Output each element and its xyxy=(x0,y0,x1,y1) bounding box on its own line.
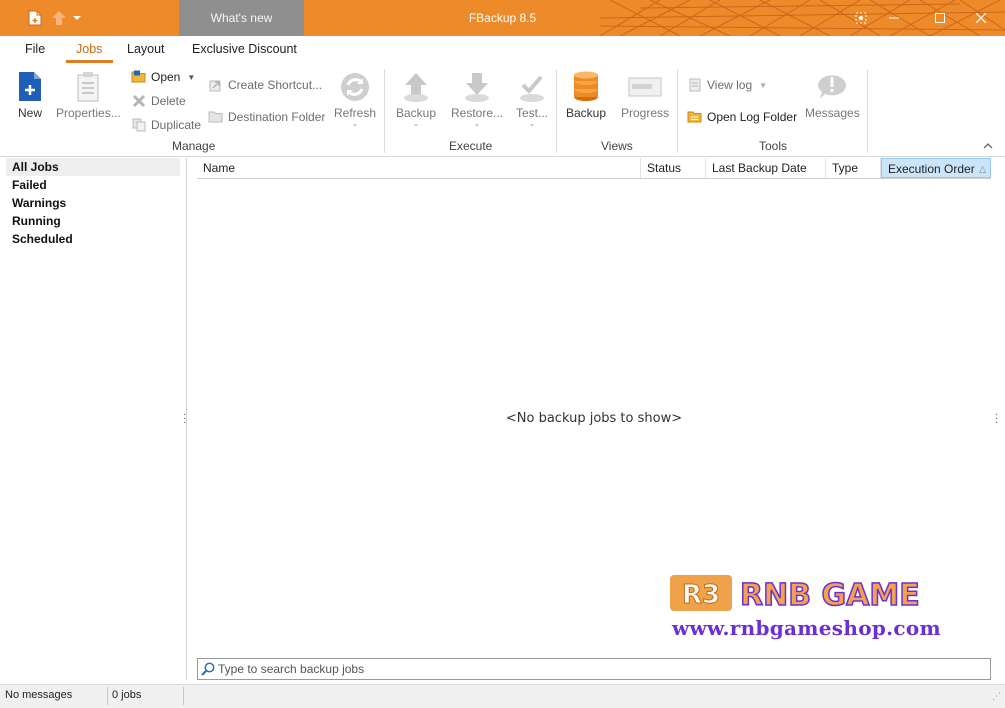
open-button[interactable]: Open ▼ xyxy=(130,68,195,86)
ribbon-separator xyxy=(556,69,557,153)
watermark-logo-text: RNB GAME xyxy=(740,578,920,613)
messages-button[interactable]: Messages xyxy=(805,69,860,120)
column-header-last-backup-date[interactable]: Last Backup Date xyxy=(706,158,826,178)
sidebar-item-all-jobs[interactable]: All Jobs xyxy=(6,158,180,176)
test-dropdown-icon[interactable]: ⌄ xyxy=(529,119,536,128)
status-separator xyxy=(107,687,108,705)
folder-open-icon xyxy=(130,68,148,86)
new-button[interactable]: New xyxy=(12,69,48,120)
execute-backup-button[interactable]: Backup ⌄ xyxy=(396,69,436,128)
sidebar-item-warnings[interactable]: Warnings xyxy=(6,194,180,212)
whats-new-button[interactable]: What's new xyxy=(179,0,304,36)
view-log-icon xyxy=(686,76,704,94)
test-icon xyxy=(514,69,550,105)
column-header-execution-order[interactable]: Execution Order △ xyxy=(881,158,991,178)
column-header-execution-order-label: Execution Order xyxy=(888,162,975,176)
watermark-logo: R3 RNB GAME xyxy=(670,575,920,614)
open-dropdown-icon[interactable]: ▼ xyxy=(187,73,195,82)
download-arrow-icon xyxy=(459,69,495,105)
test-button[interactable]: Test... ⌄ xyxy=(514,69,550,128)
properties-button[interactable]: Properties... xyxy=(56,69,121,120)
progress-button[interactable]: Progress xyxy=(621,69,669,120)
delete-button[interactable]: Delete xyxy=(130,92,186,110)
sidebar-item-failed[interactable]: Failed xyxy=(6,176,180,194)
backup-dropdown-icon[interactable]: ⌄ xyxy=(413,119,420,128)
quick-access-dropdown-icon[interactable] xyxy=(67,8,87,28)
search-icon xyxy=(198,662,218,676)
duplicate-icon xyxy=(130,116,148,134)
svg-text:R3: R3 xyxy=(682,580,720,610)
destination-folder-icon xyxy=(207,108,225,126)
tools-group-label: Tools xyxy=(759,139,788,153)
new-document-icon xyxy=(12,69,48,105)
ribbon-separator xyxy=(677,69,678,153)
sort-ascending-icon: △ xyxy=(979,164,986,174)
upload-arrow-icon xyxy=(398,69,434,105)
database-icon xyxy=(568,69,604,105)
status-bar: No messages 0 jobs ⋰ xyxy=(0,684,1005,708)
grid-header: Name Status Last Backup Date Type Execut… xyxy=(197,158,991,179)
column-header-name[interactable]: Name xyxy=(197,158,641,178)
ribbon-separator xyxy=(867,69,868,153)
job-filter-sidebar: All Jobs Failed Warnings Running Schedul… xyxy=(6,158,180,680)
column-header-type[interactable]: Type xyxy=(826,158,881,178)
properties-icon xyxy=(70,69,106,105)
minimize-icon[interactable] xyxy=(871,0,917,36)
messages-icon xyxy=(814,69,850,105)
log-folder-icon xyxy=(686,108,704,126)
status-messages: No messages xyxy=(5,689,73,701)
status-jobs-count: 0 jobs xyxy=(112,689,142,701)
tab-file[interactable]: File xyxy=(25,42,45,62)
search-box xyxy=(197,658,991,680)
new-file-quick-icon[interactable] xyxy=(25,8,45,28)
status-separator xyxy=(183,687,184,705)
column-header-status[interactable]: Status xyxy=(641,158,706,178)
create-shortcut-button[interactable]: Create Shortcut... xyxy=(207,76,322,94)
shortcut-icon xyxy=(207,76,225,94)
splitter-grip-icon[interactable]: · · · xyxy=(183,410,186,428)
sidebar-item-scheduled[interactable]: Scheduled xyxy=(6,230,180,248)
tab-exclusive-discount[interactable]: Exclusive Discount xyxy=(192,42,297,62)
sidebar-item-running[interactable]: Running xyxy=(6,212,180,230)
tab-jobs[interactable]: Jobs xyxy=(76,42,102,62)
ribbon: New Properties... Open ▼ Delete Duplicat… xyxy=(0,63,1005,157)
watermark: R3 RNB GAME www.rnbgameshop.com xyxy=(668,572,953,644)
view-log-button[interactable]: View log ▼ xyxy=(686,76,767,94)
ribbon-tabs: File Jobs Layout Exclusive Discount xyxy=(0,36,1005,63)
duplicate-button[interactable]: Duplicate xyxy=(130,116,201,134)
open-log-folder-button[interactable]: Open Log Folder xyxy=(686,108,797,126)
delete-icon xyxy=(130,92,148,110)
tab-layout[interactable]: Layout xyxy=(127,42,165,62)
refresh-button[interactable]: Refresh ⌄ xyxy=(334,69,376,128)
watermark-url: www.rnbgameshop.com xyxy=(672,616,941,640)
ribbon-separator xyxy=(384,69,385,153)
progress-icon xyxy=(627,69,663,105)
maximize-icon[interactable] xyxy=(917,0,963,36)
title-bar: What's new FBackup 8.5 xyxy=(0,0,1005,36)
right-panel-grip-icon[interactable]: · · · xyxy=(995,410,998,428)
collapse-ribbon-icon[interactable] xyxy=(983,141,993,152)
execute-group-label: Execute xyxy=(449,139,493,153)
refresh-dropdown-icon[interactable]: ⌄ xyxy=(352,119,359,128)
views-group-label: Views xyxy=(601,139,633,153)
empty-grid-message: <No backup jobs to show> xyxy=(505,411,683,426)
destination-folder-button[interactable]: Destination Folder xyxy=(207,108,325,126)
view-log-dropdown-icon[interactable]: ▼ xyxy=(759,81,767,90)
restore-button[interactable]: Restore... ⌄ xyxy=(451,69,503,128)
restore-dropdown-icon[interactable]: ⌄ xyxy=(474,119,481,128)
manage-group-label: Manage xyxy=(172,139,216,153)
up-arrow-quick-icon[interactable] xyxy=(49,8,69,28)
close-icon[interactable] xyxy=(958,0,1004,36)
refresh-icon xyxy=(337,69,373,105)
search-input[interactable] xyxy=(218,662,990,676)
resize-grip-icon[interactable]: ⋰ xyxy=(992,691,1001,702)
view-backup-button[interactable]: Backup xyxy=(566,69,606,120)
